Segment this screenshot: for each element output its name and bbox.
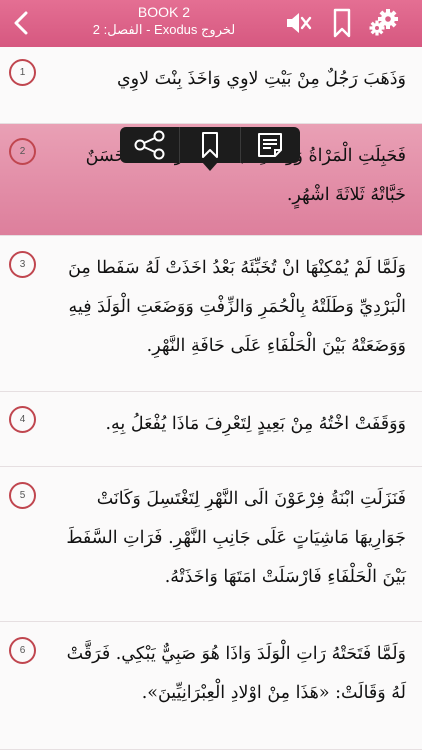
- add-note-button[interactable]: [241, 127, 300, 163]
- toolbar-pointer: [202, 162, 218, 171]
- verse-row[interactable]: 3 وَلَمَّا لَمْ يُمْكِنْهَا انْ تُخَبِّئ…: [0, 236, 422, 392]
- add-bookmark-button[interactable]: [180, 127, 241, 163]
- verse-number: 6: [9, 637, 36, 664]
- gear-icon: [369, 9, 398, 36]
- verse-number: 1: [9, 59, 36, 86]
- verse-text: فَنَزَلَتِ ابْنَةُ فِرْعَوْنَ الَى النَّ…: [66, 489, 406, 587]
- verse-number: 4: [9, 406, 36, 433]
- verse-text: وَلَمَّا فَتَحَتْهُ رَاتِ الْوَلَدَ وَاذ…: [66, 644, 406, 703]
- verse-text: وَوَقَفَتْ اخْتُهُ مِنْ بَعِيدٍ لِتَعْرِ…: [105, 414, 406, 434]
- verse-number: 2: [9, 138, 36, 165]
- mute-speaker-icon: [287, 13, 312, 33]
- verse-number: 5: [9, 482, 36, 509]
- verse-text: وَذَهَبَ رَجُلٌ مِنْ بَيْتِ لاوِي وَاخَذ…: [116, 69, 406, 89]
- verse-row[interactable]: 5 فَنَزَلَتِ ابْنَةُ فِرْعَوْنَ الَى الن…: [0, 467, 422, 622]
- settings-button[interactable]: [366, 6, 402, 40]
- page-title: BOOK 2 لخروج Exodus - الفصل: 2: [60, 4, 268, 38]
- verse-number: 3: [9, 251, 36, 278]
- chapter-label: لخروج Exodus - الفصل: 2: [92, 22, 236, 37]
- verse-row[interactable]: 6 وَلَمَّا فَتَحَتْهُ رَاتِ الْوَلَدَ وَ…: [0, 622, 422, 750]
- bookmark-button[interactable]: [330, 6, 354, 40]
- verse-row[interactable]: 4 وَوَقَفَتْ اخْتُهُ مِنْ بَعِيدٍ لِتَعْ…: [0, 392, 422, 467]
- note-icon: [258, 133, 283, 157]
- top-navigation-bar: BOOK 2 لخروج Exodus - الفصل: 2: [0, 0, 422, 47]
- bookmark-icon: [333, 8, 351, 38]
- share-button[interactable]: [120, 127, 181, 163]
- share-icon: [134, 130, 165, 160]
- verse-row[interactable]: 1 وَذَهَبَ رَجُلٌ مِنْ بَيْتِ لاوِي وَاخ…: [0, 47, 422, 124]
- mute-button[interactable]: [282, 6, 316, 40]
- bookmark-icon: [201, 132, 218, 158]
- chevron-left-icon: [14, 11, 28, 35]
- book-label: BOOK 2: [137, 4, 191, 20]
- back-button[interactable]: [6, 6, 36, 40]
- verse-text: وَلَمَّا لَمْ يُمْكِنْهَا انْ تُخَبِّئَه…: [68, 258, 406, 356]
- verse-action-toolbar: [120, 127, 300, 163]
